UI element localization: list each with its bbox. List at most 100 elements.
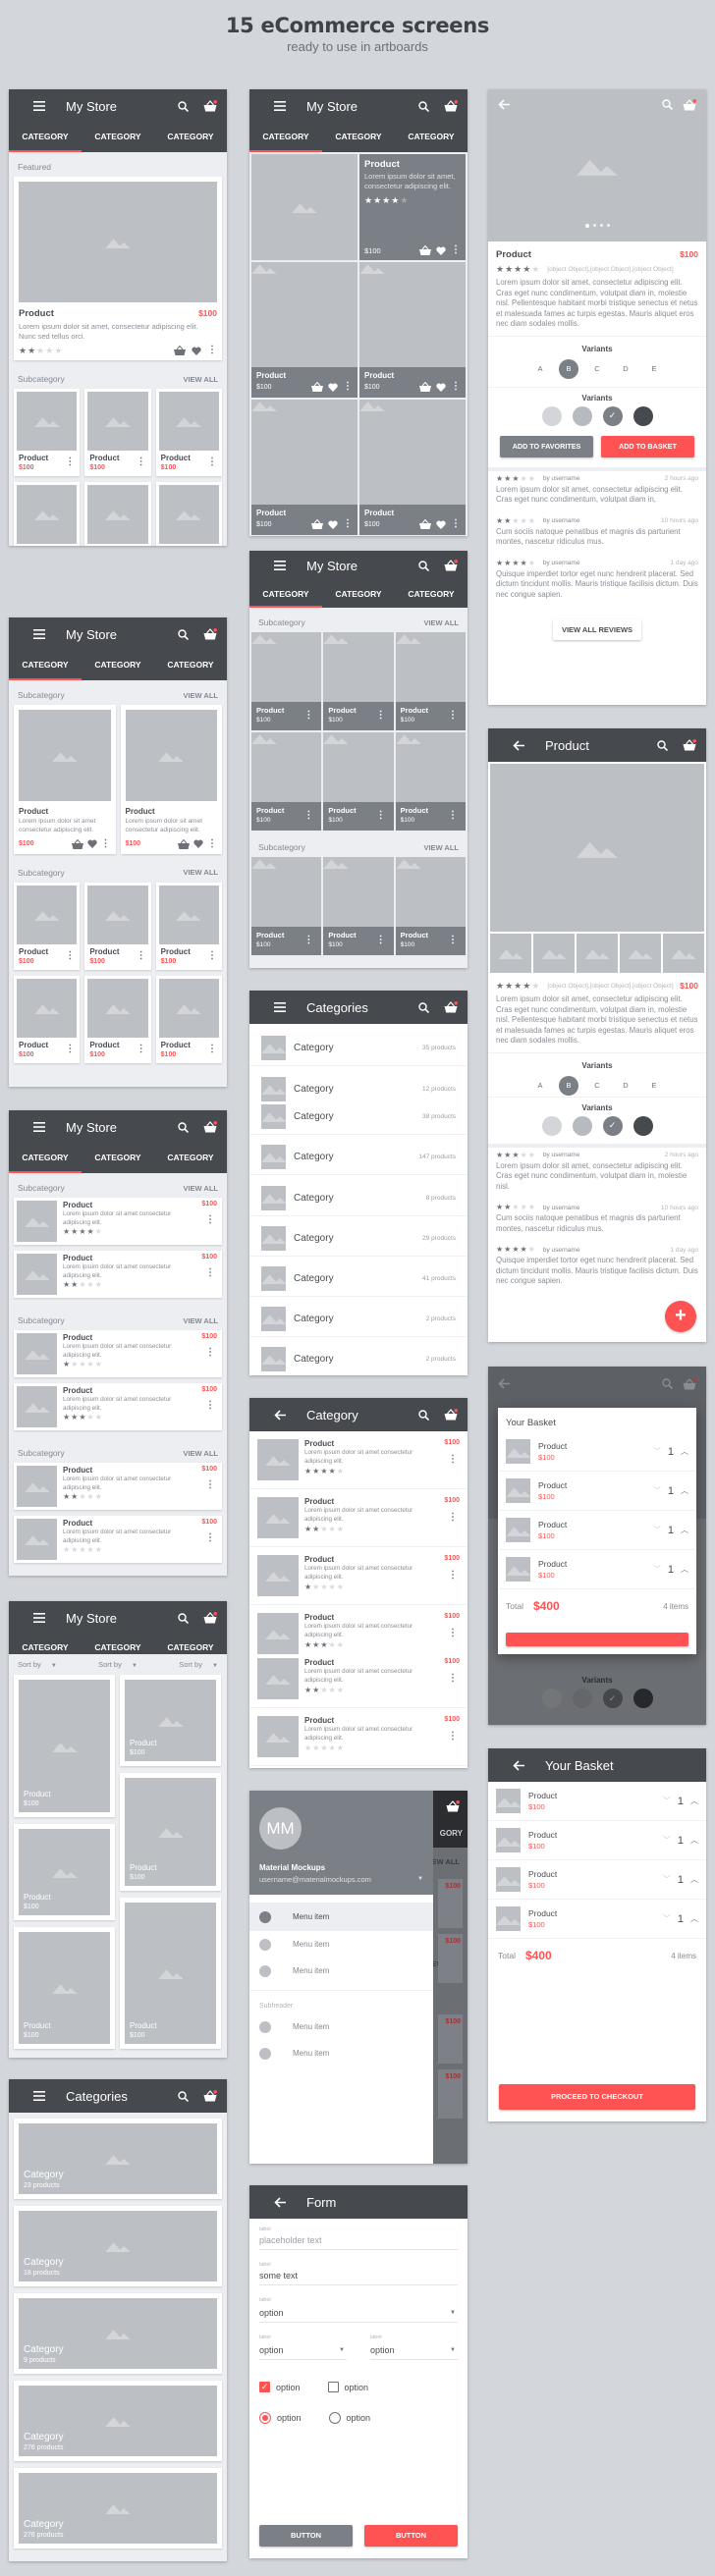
- product-tile[interactable]: Product $100 ⋮: [395, 857, 466, 955]
- more-icon[interactable]: ⋮: [376, 811, 386, 821]
- more-icon[interactable]: ⋮: [207, 457, 217, 467]
- more-icon[interactable]: ⋮: [205, 1348, 215, 1358]
- category-list-item[interactable]: Category 41 products: [249, 1263, 468, 1293]
- color-swatch[interactable]: [541, 1689, 562, 1708]
- favorite-icon[interactable]: [193, 839, 203, 849]
- drawer-menu-item[interactable]: Menu item: [249, 2013, 433, 2040]
- search-icon[interactable]: [416, 1408, 430, 1422]
- search-icon[interactable]: [176, 627, 190, 641]
- more-icon[interactable]: ⋮: [376, 711, 386, 721]
- more-icon[interactable]: ⋮: [448, 811, 458, 821]
- more-icon[interactable]: ⋮: [207, 950, 217, 961]
- tab-category[interactable]: CATEGORY: [82, 123, 154, 152]
- search-icon[interactable]: [176, 1120, 190, 1134]
- product-card[interactable]: Product $100: [120, 1773, 221, 1891]
- more-icon[interactable]: ⋮: [303, 811, 313, 821]
- product-list-item[interactable]: Product Lorem ipsum dolor sit amet consec…: [249, 1547, 468, 1605]
- view-all-link[interactable]: VIEW ALL: [183, 1184, 218, 1193]
- select-field[interactable]: label option ▼: [370, 2334, 458, 2360]
- tab-category[interactable]: CATEGORY: [154, 123, 227, 152]
- product-tile[interactable]: Product $100 ⋮: [323, 632, 394, 730]
- add-to-basket-icon[interactable]: [419, 382, 431, 392]
- increase-quantity-icon[interactable]: ︿: [681, 1485, 688, 1496]
- avatar[interactable]: MM: [259, 1807, 302, 1850]
- favorite-icon[interactable]: [86, 839, 97, 849]
- decrease-quantity-icon[interactable]: ﹀: [653, 1564, 661, 1575]
- tab-category[interactable]: CATEGORY: [82, 651, 154, 680]
- more-icon[interactable]: ⋮: [448, 1455, 458, 1465]
- add-to-basket-icon[interactable]: [419, 245, 431, 255]
- add-to-basket-button[interactable]: ADD TO BASKET: [601, 435, 694, 457]
- checkbox-unchecked[interactable]: option: [327, 2382, 368, 2392]
- sort-dropdown[interactable]: Sort by ▼: [151, 1660, 218, 1669]
- sort-dropdown[interactable]: Sort by ▼: [84, 1660, 151, 1669]
- menu-icon[interactable]: [32, 1611, 46, 1625]
- product-tile[interactable]: Product $100 ⋮: [323, 857, 394, 955]
- more-icon[interactable]: ⋮: [343, 519, 353, 529]
- more-icon[interactable]: ⋮: [376, 936, 386, 945]
- featured-card[interactable]: Product $100 Lorem ipsum dolor sit amet,…: [14, 177, 222, 361]
- color-swatch[interactable]: [632, 1115, 653, 1136]
- favorite-icon[interactable]: [436, 246, 446, 255]
- product-list-item[interactable]: Product Lorem ipsum dolor sit amet consec…: [14, 1383, 222, 1430]
- view-all-link[interactable]: VIEW ALL: [183, 868, 218, 877]
- tab-category[interactable]: CATEGORY: [249, 123, 322, 152]
- tab-category[interactable]: CATEGORY: [9, 123, 82, 152]
- favorite-icon[interactable]: [436, 520, 446, 529]
- color-swatch[interactable]: [572, 1115, 592, 1136]
- product-list-item[interactable]: Product Lorem ipsum dolor sit amet consec…: [14, 1516, 222, 1563]
- product-tile[interactable]: Product $100 ⋮: [251, 262, 358, 398]
- product-list-item[interactable]: Product Lorem ipsum dolor sit amet consec…: [14, 1198, 222, 1245]
- product-tile[interactable]: Product $100 ⋮: [359, 262, 466, 398]
- basket-icon[interactable]: [203, 2089, 217, 2103]
- menu-icon[interactable]: [32, 1120, 46, 1134]
- product-card[interactable]: Product $100: [14, 1927, 115, 2049]
- radio-unselected[interactable]: option: [328, 2412, 370, 2424]
- checkbox-checked[interactable]: ✓ option: [259, 2382, 301, 2392]
- favorite-icon[interactable]: [328, 383, 338, 392]
- product-tile[interactable]: Product $100 ⋮: [395, 632, 466, 730]
- review-count[interactable]: [object Object],[object Object],[object …: [547, 983, 673, 990]
- carousel-dot[interactable]: [592, 224, 596, 227]
- add-to-favorites-button[interactable]: ADD TO FAVORITES: [500, 435, 593, 457]
- carousel-dot[interactable]: [606, 224, 610, 227]
- text-field[interactable]: label some text: [259, 2262, 458, 2285]
- view-all-link[interactable]: VIEW ALL: [183, 691, 218, 700]
- more-icon[interactable]: ⋮: [448, 936, 458, 945]
- menu-icon[interactable]: [273, 99, 287, 113]
- variant-option[interactable]: A: [530, 1076, 550, 1096]
- more-icon[interactable]: ⋮: [205, 1401, 215, 1411]
- drawer-menu-item[interactable]: Menu item: [249, 1903, 433, 1931]
- category-list-item[interactable]: Category 12 products: [249, 1074, 468, 1103]
- basket-icon[interactable]: [203, 1120, 217, 1134]
- category-list-item[interactable]: Category 38 products: [249, 1101, 468, 1131]
- variant-option[interactable]: A: [530, 359, 550, 379]
- more-icon[interactable]: ⋮: [207, 346, 217, 355]
- increase-quantity-icon[interactable]: ︿: [690, 1913, 698, 1924]
- category-card[interactable]: Category 276 products: [14, 2468, 222, 2549]
- product-card[interactable]: Product $100: [120, 1898, 221, 2049]
- carousel-dot[interactable]: [599, 224, 603, 227]
- more-icon[interactable]: ⋮: [65, 1044, 75, 1054]
- more-icon[interactable]: ⋮: [303, 936, 313, 945]
- tab-category[interactable]: CATEGORY: [9, 1144, 82, 1173]
- thumbnail[interactable]: [533, 934, 575, 973]
- account-dropdown-icon[interactable]: ▼: [417, 1876, 423, 1882]
- product-tile[interactable]: Product $100 ⋮: [251, 400, 358, 535]
- select-field[interactable]: label option ▼: [259, 2334, 347, 2360]
- more-icon[interactable]: ⋮: [448, 1513, 458, 1523]
- category-card[interactable]: Category 18 products: [14, 2206, 222, 2286]
- product-card[interactable]: Product$100 ⋮: [84, 389, 151, 477]
- drawer-menu-item[interactable]: Menu item: [249, 1931, 433, 1958]
- color-swatch[interactable]: [541, 1115, 562, 1136]
- decrease-quantity-icon[interactable]: ﹀: [653, 1485, 661, 1496]
- product-list-item[interactable]: Product Lorem ipsum dolor sit amet consec…: [249, 1489, 468, 1547]
- back-arrow-icon[interactable]: [498, 99, 510, 110]
- add-to-basket-icon[interactable]: [311, 382, 323, 392]
- thumbnail[interactable]: [620, 934, 661, 973]
- view-all-link[interactable]: VIEW ALL: [183, 1316, 218, 1325]
- more-icon[interactable]: ⋮: [448, 711, 458, 721]
- search-icon[interactable]: [655, 738, 669, 752]
- decrease-quantity-icon[interactable]: ﹀: [663, 1835, 671, 1846]
- product-tile[interactable]: Product $100 ⋮: [395, 732, 466, 831]
